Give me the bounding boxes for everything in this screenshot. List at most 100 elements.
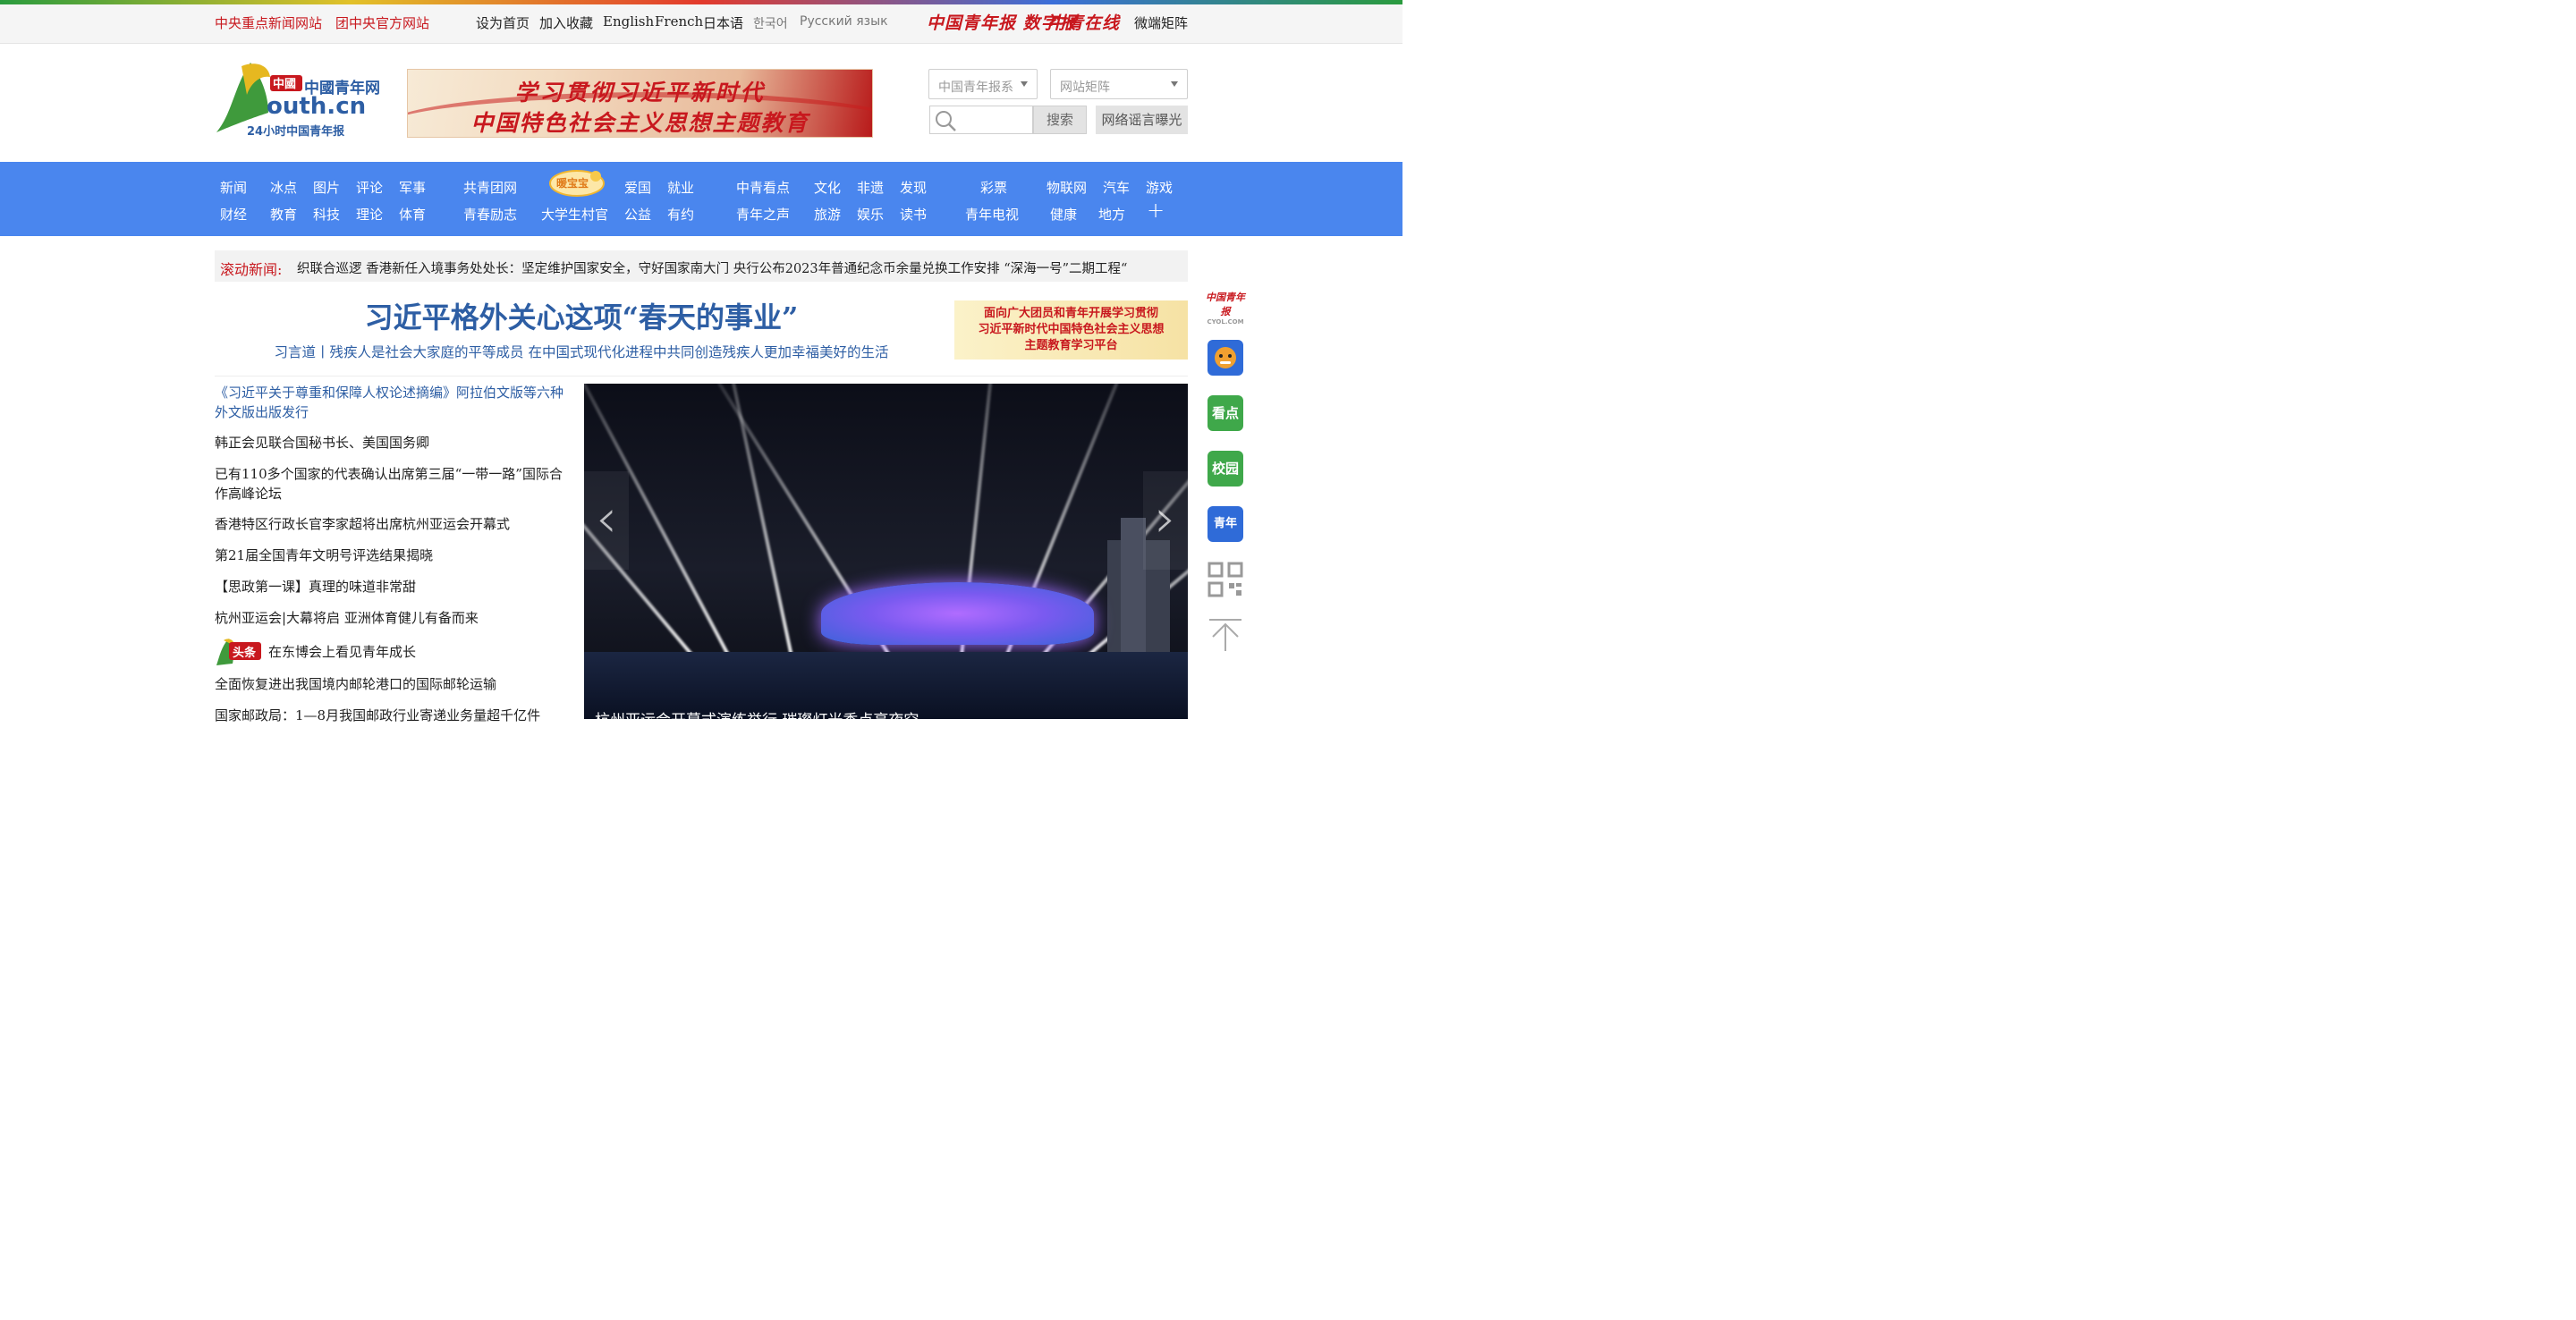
news-item[interactable]: 已有110多个国家的代表确认出席第三届“一带一路”国际合作高峰论坛 — [215, 464, 564, 503]
nav-village-officials[interactable]: 大学生村官 — [541, 205, 608, 224]
nav-sports[interactable]: 体育 — [399, 205, 426, 224]
sub-headline[interactable]: 习言道丨残疾人是社会大家庭的平等成员 在中国式现代化进程中共同创造残疾人更加幸福… — [215, 342, 948, 361]
nav-auto[interactable]: 汽车 — [1103, 178, 1130, 197]
banner-line-1: 学习贯彻习近平新时代 — [514, 80, 766, 106]
nav-league[interactable]: 共青团网 — [463, 178, 517, 197]
tiger-mascot-icon — [1215, 347, 1236, 368]
nav-iot[interactable]: 物联网 — [1046, 178, 1087, 197]
divider — [215, 376, 1188, 377]
nav-theory[interactable]: 理论 — [356, 205, 383, 224]
nav-health[interactable]: 健康 — [1050, 205, 1077, 224]
toutiao-label: 头条 — [233, 647, 257, 660]
nav-culture[interactable]: 文化 — [814, 178, 841, 197]
nav-finance[interactable]: 财经 — [220, 205, 247, 224]
nav-reading[interactable]: 读书 — [900, 205, 927, 224]
select-value: 中国青年报系 — [938, 80, 1013, 95]
light-beam — [711, 384, 793, 657]
scrolling-news-ticker: 滚动新闻: 织联合巡逻 香港新任入境事务处处长：坚定维护国家安全，守好国家南大门… — [215, 250, 1188, 282]
link-league-official[interactable]: 团中央官方网站 — [335, 13, 429, 32]
news-item[interactable]: 杭州亚运会|大幕将启 亚洲体育健儿有备而来 — [215, 608, 564, 628]
link-english[interactable]: English — [603, 13, 654, 30]
logo-tagline: 24小时中国青年报 — [247, 125, 345, 139]
link-japanese[interactable]: 日本语 — [703, 13, 743, 32]
ticker-text[interactable]: 织联合巡逻 香港新任入境事务处处长：坚定维护国家安全，守好国家南大门 央行公布2… — [297, 258, 1127, 277]
site-header: 中國 中國青年网 outh.cn 24小时中国青年报 学习贯彻习近平新时代 中国… — [215, 45, 1188, 161]
svg-text:中國: 中國 — [273, 77, 296, 91]
nav-lottery[interactable]: 彩票 — [980, 178, 1007, 197]
nav-heritage[interactable]: 非遗 — [857, 178, 884, 197]
nav-discover[interactable]: 发现 — [900, 178, 927, 197]
site-matrix-select[interactable]: 网站矩阵 — [1050, 69, 1188, 99]
side-logo-text: 中国青年报 — [1206, 292, 1245, 317]
nav-kandian[interactable]: 中青看点 — [736, 178, 790, 197]
nav-photos[interactable]: 图片 — [313, 178, 340, 197]
select-value: 网站矩阵 — [1060, 80, 1110, 95]
search-input[interactable] — [929, 106, 1033, 134]
youth-cn-logo[interactable]: 中國 中國青年网 outh.cn 24小时中国青年报 — [215, 59, 380, 140]
rumor-exposure-button[interactable]: 网络谣言曝光 — [1096, 106, 1188, 134]
chevron-down-icon — [1021, 81, 1028, 87]
nav-bingdian[interactable]: 冰点 — [270, 178, 297, 197]
newspaper-group-select[interactable]: 中国青年报系 — [928, 69, 1038, 99]
link-russian[interactable]: Русский язык — [800, 14, 888, 29]
news-item[interactable]: 香港特区行政长官李家超将出席杭州亚运会开幕式 — [215, 514, 564, 534]
svg-text:暖宝宝: 暖宝宝 — [556, 176, 589, 190]
news-item[interactable]: 《习近平关于尊重和保障人权论述摘编》阿拉伯文版等六种外文版出版发行 — [215, 383, 564, 422]
cyol-logo[interactable]: 中青在线 — [1048, 10, 1120, 34]
chevron-right-icon[interactable]: › — [1143, 471, 1188, 570]
top-headline[interactable]: 习近平格外关心这项“春天的事业” — [215, 295, 948, 336]
nav-more-icon[interactable]: + — [1147, 198, 1165, 223]
kandian-app-button[interactable]: 看点 — [1208, 395, 1243, 431]
nav-charity[interactable]: 公益 — [624, 205, 651, 224]
building — [1121, 518, 1146, 652]
nav-employment[interactable]: 就业 — [667, 178, 694, 197]
link-micro-matrix[interactable]: 微端矩阵 — [1134, 13, 1188, 32]
side-logo-sub: CYOL.COM — [1207, 318, 1244, 326]
nav-patriotism[interactable]: 爱国 — [624, 178, 651, 197]
baobao-logo[interactable]: 暖宝宝 — [547, 167, 606, 198]
news-item[interactable]: 国家邮政局：1—8月我国邮政行业寄递业务量超千亿件 — [215, 706, 564, 725]
ticker-label: 滚动新闻: — [220, 261, 283, 278]
link-set-homepage[interactable]: 设为首页 — [476, 13, 530, 32]
cyol-side-logo[interactable]: 中国青年报 CYOL.COM — [1204, 290, 1247, 326]
nav-entertainment[interactable]: 娱乐 — [857, 205, 884, 224]
nav-tech[interactable]: 科技 — [313, 205, 340, 224]
nav-education[interactable]: 教育 — [270, 205, 297, 224]
link-central-news[interactable]: 中央重点新闻网站 — [215, 13, 322, 32]
promo-line: 面向广大团员和青年开展学习贯彻 — [983, 307, 1158, 320]
search-button[interactable]: 搜索 — [1033, 106, 1087, 134]
qr-code-icon[interactable] — [1208, 562, 1243, 597]
stadium — [821, 582, 1094, 645]
back-to-top-icon[interactable] — [1208, 617, 1243, 653]
link-add-favorite[interactable]: 加入收藏 — [539, 13, 593, 32]
nav-youth-inspire[interactable]: 青春励志 — [463, 205, 517, 224]
slide-caption[interactable]: 杭州亚运会开幕式演练举行 璀璨灯光秀点亮夜空 — [595, 707, 919, 719]
youth-app-button[interactable]: 青年 — [1208, 506, 1243, 542]
nav-interview[interactable]: 有约 — [667, 205, 694, 224]
nav-comment[interactable]: 评论 — [356, 178, 383, 197]
campus-app-button[interactable]: 校园 — [1208, 451, 1243, 487]
baobao-mascot-icon: 暖宝宝 — [549, 170, 605, 197]
logo-domain-text: outh.cn — [267, 93, 367, 120]
nav-youth-voice[interactable]: 青年之声 — [736, 205, 790, 224]
chevron-left-icon[interactable]: ‹ — [584, 471, 629, 570]
theme-education-banner[interactable]: 学习贯彻习近平新时代 中国特色社会主义思想主题教育 — [407, 69, 873, 138]
news-item[interactable]: 在东博会上看见青年成长 — [268, 642, 564, 662]
nav-travel[interactable]: 旅游 — [814, 205, 841, 224]
news-item[interactable]: 【思政第一课】真理的味道非常甜 — [215, 577, 564, 597]
nav-military[interactable]: 军事 — [399, 178, 426, 197]
nav-news[interactable]: 新闻 — [220, 178, 247, 197]
top-bar: 中央重点新闻网站 团中央官方网站 设为首页 加入收藏 English Frenc… — [0, 4, 1402, 44]
mascot-app-icon[interactable] — [1208, 340, 1243, 376]
nav-local[interactable]: 地方 — [1098, 205, 1125, 224]
nav-games[interactable]: 游戏 — [1146, 178, 1173, 197]
news-item[interactable]: 第21届全国青年文明号评选结果揭晓 — [215, 546, 564, 565]
link-french[interactable]: French — [655, 13, 703, 30]
nav-youth-tv[interactable]: 青年电视 — [965, 205, 1019, 224]
link-korean[interactable]: 한국어 — [753, 14, 788, 32]
news-item[interactable]: 全面恢复进出我国境内邮轮港口的国际邮轮运输 — [215, 674, 564, 694]
study-platform-promo[interactable]: 面向广大团员和青年开展学习贯彻 习近平新时代中国特色社会主义思想 主题教育学习平… — [954, 300, 1188, 360]
news-item[interactable]: 韩正会见联合国秘书长、美国国务卿 — [215, 433, 564, 453]
photo-slider[interactable]: ‹ › 杭州亚运会开幕式演练举行 璀璨灯光秀点亮夜空 — [584, 384, 1188, 719]
banner-line-2: 中国特色社会主义思想主题教育 — [470, 110, 809, 136]
